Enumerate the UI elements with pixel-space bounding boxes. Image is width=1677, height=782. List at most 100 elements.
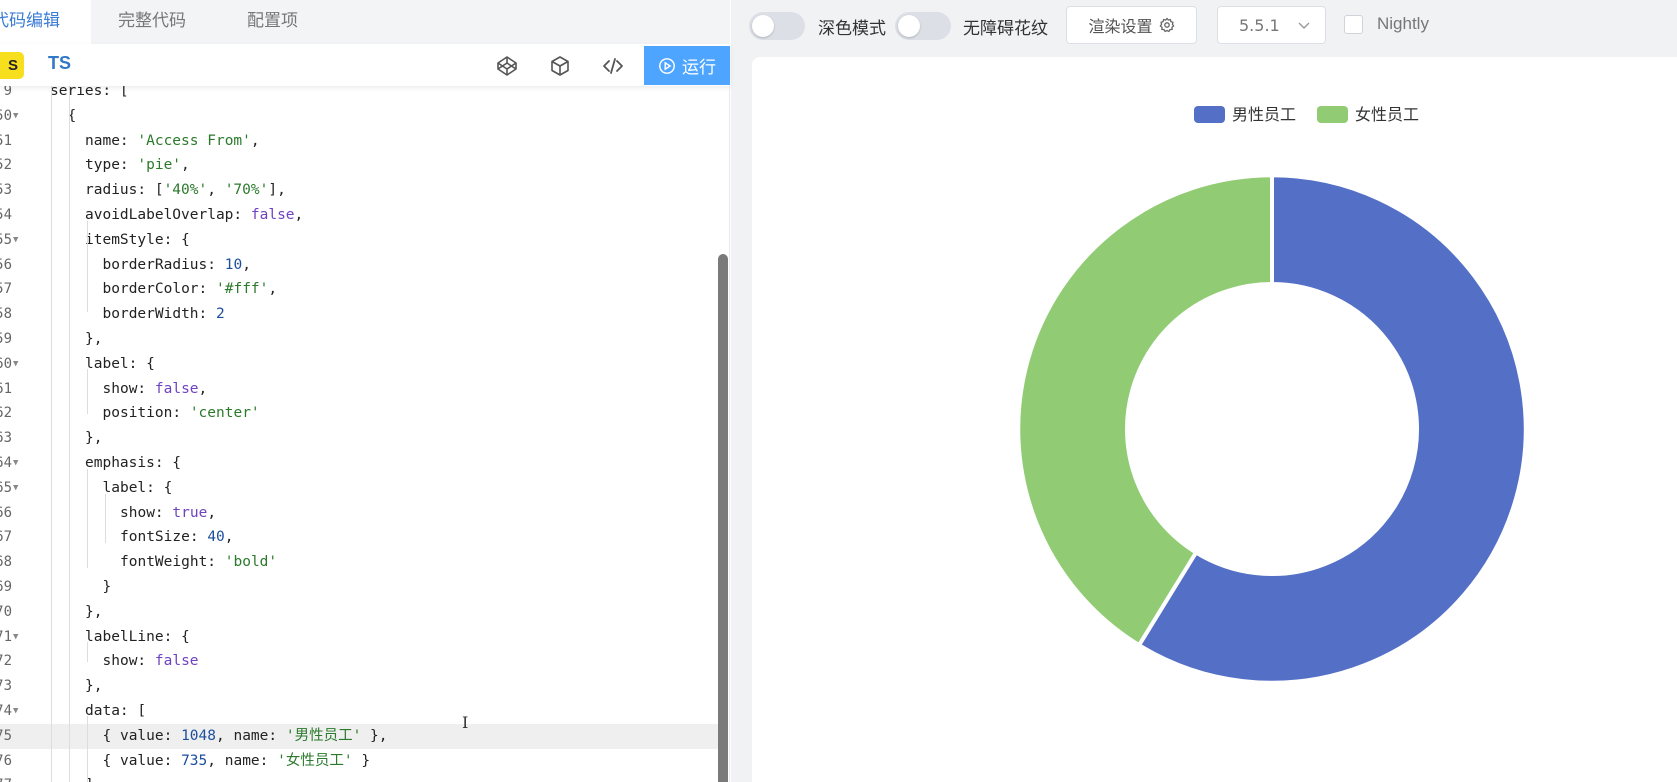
indent-guide xyxy=(105,494,106,543)
code-line[interactable]: 70}, xyxy=(0,600,718,625)
code-editor[interactable]: 9 series: [50▼{51 name: 'Access From', 52 ty… xyxy=(0,86,718,782)
editor-scrollbar[interactable] xyxy=(718,254,728,782)
codepen-icon[interactable] xyxy=(495,54,519,78)
js-language-toggle[interactable]: S xyxy=(0,52,24,79)
code-text: { value: 1048, name: '男性员工' }, xyxy=(102,727,388,744)
line-number: 58 xyxy=(0,306,12,323)
code-line[interactable]: 68 fontWeight: 'bold' xyxy=(0,550,718,575)
run-button[interactable]: 运行 xyxy=(644,46,730,85)
code-line[interactable]: 51 name: 'Access From', xyxy=(0,129,718,154)
nightly-checkbox[interactable] xyxy=(1344,15,1363,34)
code-text: avoidLabelOverlap: false, xyxy=(85,207,304,223)
run-button-label: 运行 xyxy=(682,58,716,78)
fold-arrow-icon[interactable]: ▼ xyxy=(13,104,18,129)
legend-item-1[interactable]: 女性员工 xyxy=(1317,105,1419,124)
fold-arrow-icon[interactable]: ▼ xyxy=(13,699,18,724)
code-line[interactable]: 71▼ labelLine: { xyxy=(0,625,718,650)
line-number: 75 xyxy=(0,727,12,744)
tab-label: 代码编辑 xyxy=(0,11,60,31)
code-line[interactable]: 65▼ label: { xyxy=(0,476,718,501)
code-text: labelLine: { xyxy=(85,628,190,645)
code-line[interactable]: 57 borderColor: '#fff', xyxy=(0,277,718,302)
dark-mode-toggle[interactable] xyxy=(749,12,805,40)
code-text: type: 'pie', xyxy=(85,157,190,174)
code-line[interactable]: 66 show: true, xyxy=(0,501,718,526)
code-line[interactable]: 74▼ data: [ xyxy=(0,699,718,724)
fold-arrow-icon[interactable]: ▼ xyxy=(13,352,18,377)
code-line[interactable]: 69} xyxy=(0,575,718,600)
language-bar: S TS xyxy=(0,44,730,86)
chart-legend: 男性员工 女性员工 xyxy=(1194,105,1419,124)
fold-arrow-icon[interactable]: ▼ xyxy=(13,451,18,476)
code-line[interactable]: 61 show: false, xyxy=(0,377,718,402)
code-line[interactable]: 64▼ emphasis: { xyxy=(0,451,718,476)
code-line[interactable]: 67 fontSize: 40, xyxy=(0,525,718,550)
nightly-label: Nightly xyxy=(1377,14,1429,33)
line-number: 68 xyxy=(0,554,12,571)
chevron-down-icon xyxy=(1298,22,1310,29)
code-text: } xyxy=(102,579,112,595)
code-line[interactable]: 58 borderWidth: 2 xyxy=(0,302,718,327)
code-line[interactable]: 72 show: false xyxy=(0,649,718,674)
aria-pattern-toggle[interactable] xyxy=(895,12,951,40)
code-text: fontSize: 40, xyxy=(120,529,234,546)
code-line[interactable]: 54 avoidLabelOverlap: false, xyxy=(0,203,718,228)
tab-full-code[interactable]: 完整代码 xyxy=(118,0,186,44)
code-line[interactable]: 50▼{ xyxy=(0,104,718,129)
code-line[interactable]: 59}, xyxy=(0,327,718,352)
line-number: 67 xyxy=(0,529,12,546)
code-line[interactable]: 76 { value: 735, name: '女性员工' } xyxy=(0,749,718,774)
code-line[interactable]: 60▼ label: { xyxy=(0,352,718,377)
line-number: 64 xyxy=(0,455,12,471)
donut-chart: 男性员工 女性员工 xyxy=(1016,105,1528,685)
code-text: { value: 735, name: '女性员工' } xyxy=(102,752,371,769)
indent-guide xyxy=(87,642,88,662)
indent-guide xyxy=(87,221,88,312)
code-line[interactable]: 9 series: [ xyxy=(0,86,718,104)
code-text: }, xyxy=(85,430,103,447)
version-value: 5.5.1 xyxy=(1239,16,1280,35)
ts-language-toggle[interactable]: TS xyxy=(48,53,71,74)
code-icon[interactable] xyxy=(601,54,625,78)
tab-code-edit[interactable]: 代码编辑 xyxy=(0,0,91,44)
render-settings-button[interactable]: 渲染设置 xyxy=(1066,6,1197,44)
code-line[interactable]: 53 radius: ['40%', '70%'], xyxy=(0,178,718,203)
code-text: borderColor: '#fff', xyxy=(102,281,278,298)
code-text: }, xyxy=(85,603,103,620)
code-line[interactable]: 56 borderRadius: 10, xyxy=(0,253,718,278)
tab-label: 配置项 xyxy=(247,11,298,31)
code-line[interactable]: 62 position: 'center' xyxy=(0,401,718,426)
code-line[interactable]: 73}, xyxy=(0,674,718,699)
code-text: show: false xyxy=(102,653,199,670)
indent-guide xyxy=(87,469,88,568)
fold-arrow-icon[interactable]: ▼ xyxy=(13,476,18,501)
code-text: label: { xyxy=(102,479,173,496)
text-cursor-icon: I xyxy=(462,713,469,732)
code-text: show: false, xyxy=(102,380,208,397)
indent-guide xyxy=(87,369,88,414)
code-text: emphasis: { xyxy=(85,455,182,471)
code-line[interactable]: 77] xyxy=(0,773,718,782)
codesandbox-icon[interactable] xyxy=(548,54,572,78)
render-settings-label: 渲染设置 xyxy=(1088,17,1153,36)
indent-guide xyxy=(87,716,88,782)
fold-arrow-icon[interactable]: ▼ xyxy=(13,228,18,253)
indent-guide xyxy=(51,86,52,782)
gear-icon xyxy=(1159,17,1174,33)
code-line[interactable]: 55▼ itemStyle: { xyxy=(0,228,718,253)
indent-guide xyxy=(69,86,70,782)
fold-arrow-icon[interactable]: ▼ xyxy=(13,625,18,650)
line-number: 71 xyxy=(0,628,12,645)
line-number: 59 xyxy=(0,331,12,347)
version-select[interactable]: 5.5.1 xyxy=(1217,6,1326,44)
line-number: 70 xyxy=(0,603,12,620)
tab-config-options[interactable]: 配置项 xyxy=(247,0,298,44)
code-line[interactable]: 63}, xyxy=(0,426,718,451)
legend-item-0[interactable]: 男性员工 xyxy=(1194,105,1296,124)
line-number: 76 xyxy=(0,752,12,769)
code-line[interactable]: 75 { value: 1048, name: '男性员工' }, xyxy=(0,723,718,749)
line-number: 56 xyxy=(0,256,12,273)
code-line[interactable]: 52 type: 'pie', xyxy=(0,153,718,178)
code-text: borderRadius: 10, xyxy=(102,256,251,273)
code-text: series: [ xyxy=(50,86,129,99)
